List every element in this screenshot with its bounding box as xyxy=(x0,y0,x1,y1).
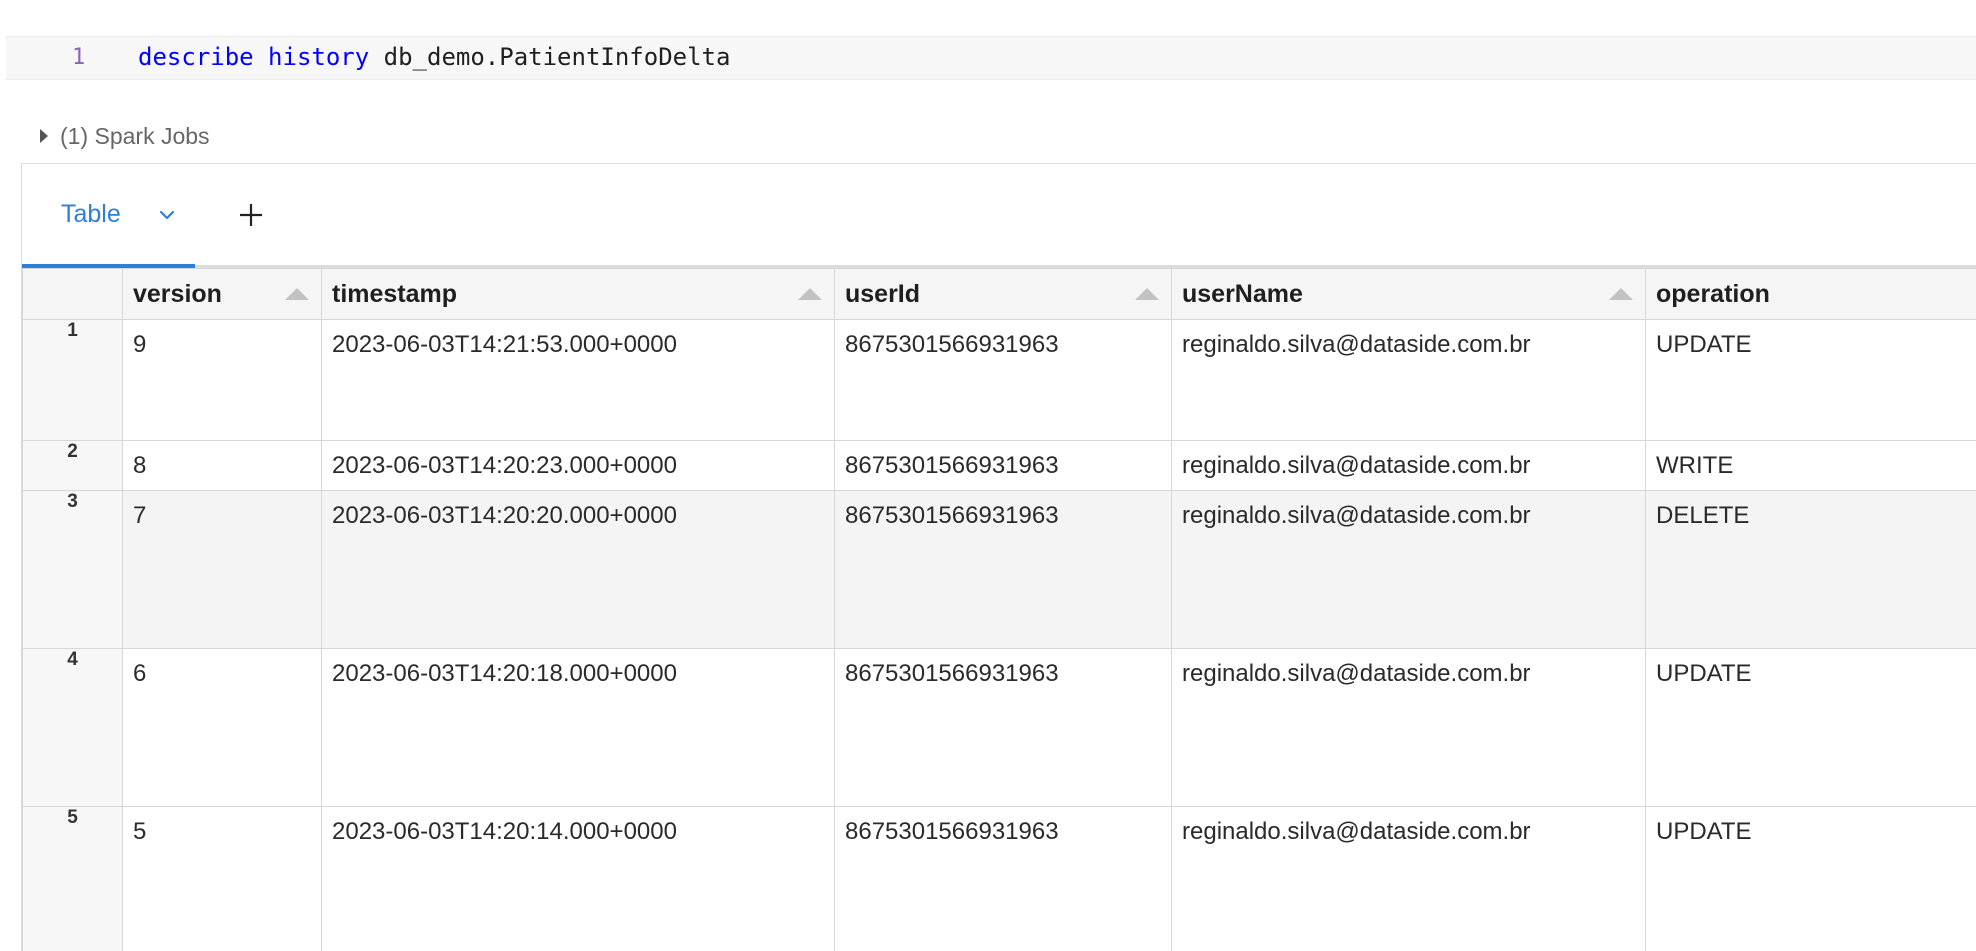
cell-userid: 8675301566931963 xyxy=(835,807,1171,846)
column-header-username[interactable]: userName xyxy=(1172,269,1646,320)
column-header-label: operation xyxy=(1646,269,1976,309)
column-header-label: userId xyxy=(835,269,1171,309)
cell-timestamp: 2023-06-03T14:20:20.000+0000 xyxy=(322,491,834,530)
table-cell[interactable]: reginaldo.silva@dataside.com.br xyxy=(1172,649,1646,807)
table-cell[interactable]: WRITE xyxy=(1646,441,1976,491)
table-row[interactable]: 5 5 2023-06-03T14:20:14.000+0000 8675301… xyxy=(23,807,1976,951)
table-cell[interactable]: 2023-06-03T14:21:53.000+0000 xyxy=(322,320,835,441)
cell-userid: 8675301566931963 xyxy=(835,320,1171,359)
plus-icon[interactable] xyxy=(236,200,266,230)
column-header-version[interactable]: version xyxy=(123,269,322,320)
spark-jobs-toggle[interactable]: (1) Spark Jobs xyxy=(40,121,210,151)
cell-timestamp: 2023-06-03T14:20:18.000+0000 xyxy=(322,649,834,688)
tab-table-label: Table xyxy=(61,200,121,229)
column-header-operation[interactable]: operation xyxy=(1646,269,1976,320)
chevron-down-icon[interactable] xyxy=(156,204,178,226)
tab-table[interactable]: Table xyxy=(22,164,195,265)
caret-right-icon xyxy=(40,129,48,143)
cell-username: reginaldo.silva@dataside.com.br xyxy=(1172,649,1645,688)
table-cell[interactable]: reginaldo.silva@dataside.com.br xyxy=(1172,441,1646,491)
cell-username: reginaldo.silva@dataside.com.br xyxy=(1172,491,1645,530)
row-index: 4 xyxy=(23,649,123,807)
column-header-label: userName xyxy=(1172,269,1645,309)
table-cell[interactable]: 6 xyxy=(123,649,322,807)
table-cell[interactable]: 2023-06-03T14:20:14.000+0000 xyxy=(322,807,835,951)
table-cell[interactable]: 2023-06-03T14:20:18.000+0000 xyxy=(322,649,835,807)
cell-version: 7 xyxy=(123,491,321,530)
cell-timestamp: 2023-06-03T14:20:14.000+0000 xyxy=(322,807,834,846)
cell-operation: DELETE xyxy=(1646,491,1976,530)
row-index: 3 xyxy=(23,491,123,649)
table-cell[interactable]: 8675301566931963 xyxy=(835,491,1172,649)
active-tab-indicator xyxy=(22,264,195,268)
table-cell[interactable]: UPDATE xyxy=(1646,320,1976,441)
code-table-name: db_demo.PatientInfoDelta xyxy=(369,43,730,71)
results-table: version timestamp userId userName operat… xyxy=(22,268,1976,951)
table-cell[interactable]: 9 xyxy=(123,320,322,441)
table-cell[interactable]: 8 xyxy=(123,441,322,491)
table-header-row: version timestamp userId userName operat… xyxy=(23,269,1976,320)
result-panel: Table version timestamp userId xyxy=(21,163,1976,951)
cell-version: 6 xyxy=(123,649,321,688)
table-cell[interactable]: 8675301566931963 xyxy=(835,807,1172,951)
table-row[interactable]: 4 6 2023-06-03T14:20:18.000+0000 8675301… xyxy=(23,649,1976,807)
cell-operation: WRITE xyxy=(1646,441,1976,480)
code-keyword-describe: describe xyxy=(138,43,254,71)
table-cell[interactable]: 2023-06-03T14:20:20.000+0000 xyxy=(322,491,835,649)
row-index: 1 xyxy=(23,320,123,441)
table-row[interactable]: 3 7 2023-06-03T14:20:20.000+0000 8675301… xyxy=(23,491,1976,649)
table-cell[interactable]: 8675301566931963 xyxy=(835,649,1172,807)
sort-ascending-icon[interactable] xyxy=(798,288,822,300)
table-cell[interactable]: 5 xyxy=(123,807,322,951)
spark-jobs-label: (1) Spark Jobs xyxy=(60,123,210,150)
cell-username: reginaldo.silva@dataside.com.br xyxy=(1172,441,1645,480)
cell-userid: 8675301566931963 xyxy=(835,491,1171,530)
column-header-timestamp[interactable]: timestamp xyxy=(322,269,835,320)
table-cell[interactable]: reginaldo.silva@dataside.com.br xyxy=(1172,320,1646,441)
cell-operation: UPDATE xyxy=(1646,320,1976,359)
sort-ascending-icon[interactable] xyxy=(1609,288,1633,300)
cell-timestamp: 2023-06-03T14:20:23.000+0000 xyxy=(322,441,834,480)
code-keyword-history: history xyxy=(268,43,369,71)
table-cell[interactable]: 2023-06-03T14:20:23.000+0000 xyxy=(322,441,835,491)
table-cell[interactable]: UPDATE xyxy=(1646,649,1976,807)
column-header-label: timestamp xyxy=(322,269,834,309)
table-cell[interactable]: 7 xyxy=(123,491,322,649)
sort-ascending-icon[interactable] xyxy=(285,288,309,300)
cell-timestamp: 2023-06-03T14:21:53.000+0000 xyxy=(322,320,834,359)
cell-operation: UPDATE xyxy=(1646,807,1976,846)
line-number: 1 xyxy=(72,45,92,70)
cell-version: 9 xyxy=(123,320,321,359)
cell-username: reginaldo.silva@dataside.com.br xyxy=(1172,807,1645,846)
cell-version: 8 xyxy=(123,441,321,480)
table-cell[interactable]: reginaldo.silva@dataside.com.br xyxy=(1172,807,1646,951)
cell-operation: UPDATE xyxy=(1646,649,1976,688)
code-space xyxy=(254,43,268,71)
row-index: 2 xyxy=(23,441,123,491)
table-cell[interactable]: UPDATE xyxy=(1646,807,1976,951)
code-line[interactable]: describe history db_demo.PatientInfoDelt… xyxy=(138,43,730,71)
table-cell[interactable]: 8675301566931963 xyxy=(835,441,1172,491)
cell-username: reginaldo.silva@dataside.com.br xyxy=(1172,320,1645,359)
sort-ascending-icon[interactable] xyxy=(1135,288,1159,300)
row-index: 5 xyxy=(23,807,123,951)
cell-version: 5 xyxy=(123,807,321,846)
table-cell[interactable]: reginaldo.silva@dataside.com.br xyxy=(1172,491,1646,649)
cell-userid: 8675301566931963 xyxy=(835,649,1171,688)
code-cell[interactable]: 1 describe history db_demo.PatientInfoDe… xyxy=(6,36,1976,80)
result-tab-bar: Table xyxy=(22,164,1976,268)
table-cell[interactable]: DELETE xyxy=(1646,491,1976,649)
table-row[interactable]: 2 8 2023-06-03T14:20:23.000+0000 8675301… xyxy=(23,441,1976,491)
column-header-userid[interactable]: userId xyxy=(835,269,1172,320)
cell-userid: 8675301566931963 xyxy=(835,441,1171,480)
table-row[interactable]: 1 9 2023-06-03T14:21:53.000+0000 8675301… xyxy=(23,320,1976,441)
table-cell[interactable]: 8675301566931963 xyxy=(835,320,1172,441)
row-index-header xyxy=(23,269,123,320)
